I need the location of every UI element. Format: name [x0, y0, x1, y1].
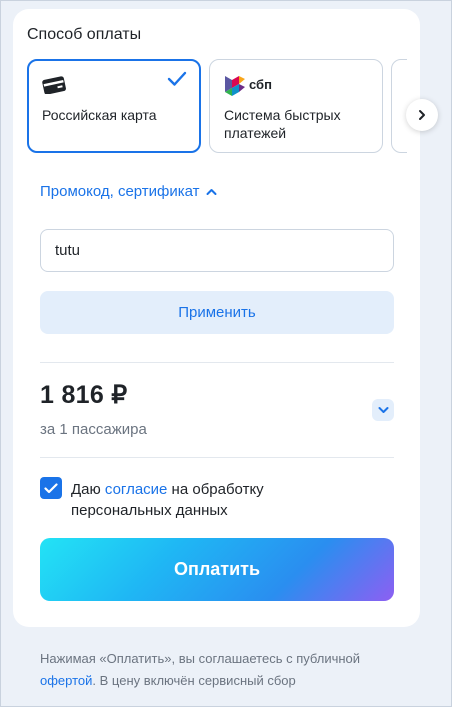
consent-text: Даю согласие на обработку персональных д…: [71, 479, 331, 521]
checkmark-icon: [44, 482, 58, 493]
consent-link[interactable]: согласие: [105, 481, 167, 498]
payment-methods: Российская карта сбп Система быстрых пла…: [27, 59, 407, 153]
credit-card-icon: [42, 76, 66, 94]
chevron-up-icon: [206, 188, 217, 195]
next-methods-button[interactable]: [406, 99, 438, 131]
footer-note: Нажимая «Оплатить», вы соглашаетесь с пу…: [40, 648, 410, 692]
footer-text-before: Нажимая «Оплатить», вы соглашаетесь с пу…: [40, 651, 361, 666]
chevron-right-icon: [419, 110, 425, 120]
sbp-logo-text: сбп: [249, 77, 272, 92]
price-amount: 1 816 ₽: [40, 381, 128, 409]
chevron-down-icon: [378, 407, 388, 413]
sbp-logo-icon: сбп: [225, 76, 272, 96]
promo-input[interactable]: [40, 229, 394, 272]
method-label: Система быстрых платежей: [224, 107, 341, 141]
price-details-toggle[interactable]: [372, 399, 394, 421]
consent-text-before: Даю: [71, 481, 105, 498]
method-sbp[interactable]: сбп Система быстрых платежей: [209, 59, 383, 153]
check-icon: [167, 71, 187, 86]
method-label: Российская карта: [42, 107, 157, 123]
section-title: Способ оплаты: [27, 26, 142, 43]
offer-link[interactable]: офертой: [40, 673, 92, 688]
divider: [40, 362, 394, 363]
method-partial[interactable]: [391, 59, 407, 153]
method-russian-card[interactable]: Российская карта: [27, 59, 201, 153]
promo-toggle[interactable]: Промокод, сертификат: [40, 183, 217, 200]
pay-button[interactable]: Оплатить: [40, 538, 394, 601]
apply-button[interactable]: Применить: [40, 291, 394, 334]
promo-toggle-label: Промокод, сертификат: [40, 183, 200, 200]
divider: [40, 457, 394, 458]
footer-text-after: . В цену включён сервисный сбор: [92, 673, 296, 688]
price-subtitle: за 1 пассажира: [40, 421, 147, 438]
consent-checkbox[interactable]: [40, 477, 62, 499]
